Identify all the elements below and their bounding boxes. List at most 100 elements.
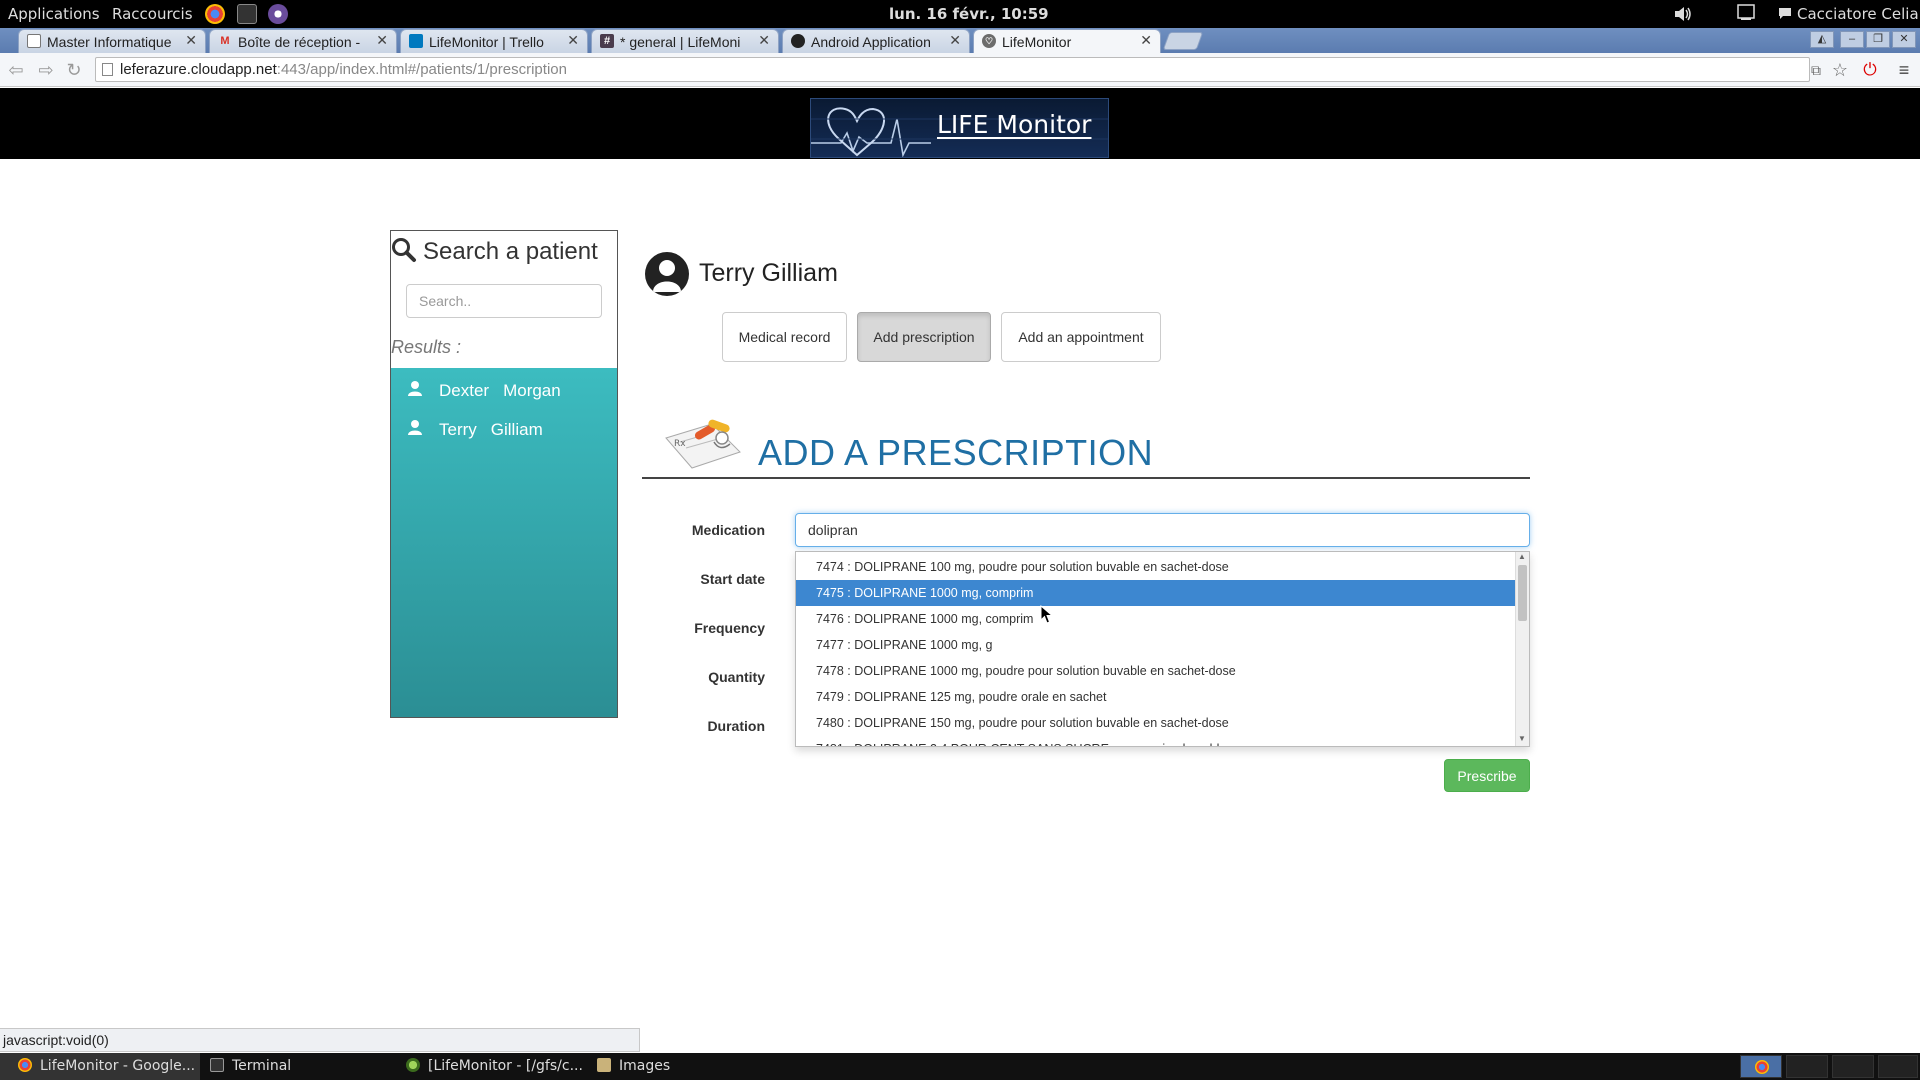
start-date-label: Start date [700,571,765,587]
terminal-launcher-icon[interactable] [237,4,257,24]
medication-input[interactable] [795,513,1530,547]
close-icon[interactable]: ✕ [758,32,770,49]
autocomplete-item-selected[interactable]: 7475 : DOLIPRANE 1000 mg, comprim [796,580,1515,606]
result-item-dexter-morgan[interactable]: Dexter Morgan [391,372,617,408]
duration-label: Duration [707,718,765,734]
taskbar-item-chrome[interactable]: LifeMonitor - Google... [0,1053,200,1080]
chrome-icon [18,1058,32,1072]
forward-icon[interactable]: ⇨ [36,60,56,81]
taskbar-item-eclipse[interactable]: [LifeMonitor - [/gfs/c... [406,1053,586,1080]
tab-title: Master Informatique [47,34,172,50]
clock[interactable]: lun. 16 févr., 10:59 [889,5,1049,23]
close-window-button[interactable]: ✕ [1892,31,1916,48]
user-menu[interactable]: Cacciatore Celia [1797,5,1919,23]
folder-icon [597,1058,611,1072]
result-name: Dexter Morgan [439,381,561,400]
mouse-cursor-icon [1040,605,1054,624]
results-list: Dexter Morgan Terry Gilliam [391,368,617,717]
frequency-label: Frequency [694,620,765,636]
eclipse-launcher-icon[interactable] [268,4,288,24]
chrome-launcher-icon[interactable] [205,4,225,24]
browser-toolbar: ⇦ ⇨ ↻ leferazure.cloudapp.net:443/app/in… [0,53,1920,87]
stop-extension-icon[interactable]: ⏻ [1860,60,1880,80]
close-icon[interactable]: ✕ [376,32,388,49]
close-icon[interactable]: ✕ [185,32,197,49]
lifemonitor-icon: ♡ [982,34,996,48]
reload-icon[interactable]: ↻ [64,60,84,81]
add-appointment-button[interactable]: Add an appointment [1001,312,1161,362]
patient-avatar [645,252,689,296]
minimize-button[interactable]: – [1840,31,1864,48]
eclipse-icon [406,1058,420,1072]
system-top-panel: Applications Raccourcis lun. 16 févr., 1… [0,0,1920,28]
taskbar-item-label: Images [619,1058,671,1074]
url-host: leferazure.cloudapp.net [120,61,277,78]
taskbar-item-images[interactable]: Images [597,1053,777,1080]
result-item-terry-gilliam[interactable]: Terry Gilliam [391,411,617,447]
result-name: Terry Gilliam [439,420,543,439]
patient-search-input[interactable] [406,284,602,318]
new-tab-button[interactable] [1162,32,1204,50]
menu-icon[interactable]: ≡ [1894,60,1914,81]
bookmark-star-icon[interactable]: ☆ [1830,60,1850,81]
prescribe-button[interactable]: Prescribe [1444,759,1530,792]
autocomplete-item[interactable]: 7474 : DOLIPRANE 100 mg, poudre pour sol… [796,554,1515,580]
autocomplete-scrollbar[interactable]: ▲ ▼ [1515,552,1529,746]
title-divider [642,477,1530,479]
maximize-button[interactable]: ❐ [1866,31,1890,48]
scroll-down-arrow-icon[interactable]: ▼ [1518,734,1526,743]
url-path: :443/app/index.html#/patients/1/prescrip… [276,61,567,78]
workspace-2[interactable] [1786,1055,1828,1078]
user-icon [408,381,422,396]
back-icon[interactable]: ⇦ [6,60,26,81]
profile-icon[interactable]: ◭ [1810,31,1834,48]
volume-icon[interactable] [1673,5,1693,23]
taskbar-item-label: [LifeMonitor - [/gfs/c... [428,1058,583,1074]
autocomplete-item[interactable]: 7476 : DOLIPRANE 1000 mg, comprim [796,606,1515,632]
autocomplete-item[interactable]: 7481 : DOLIPRANE 2,4 POUR CENT SANS SUCR… [796,736,1515,746]
accessibility-icon[interactable] [1737,4,1755,22]
results-label: Results : [391,337,462,357]
scroll-up-arrow-icon[interactable]: ▲ [1518,552,1526,561]
workspace-4[interactable] [1878,1055,1918,1078]
search-panel-title: Search a patient [423,238,598,265]
trello-icon [409,34,423,48]
taskbar-item-terminal[interactable]: Terminal [210,1053,390,1080]
scrollbar-thumb[interactable] [1518,565,1527,621]
address-bar[interactable]: leferazure.cloudapp.net:443/app/index.ht… [95,57,1810,82]
patient-name: Terry Gilliam [699,259,838,287]
autocomplete-item[interactable]: 7478 : DOLIPRANE 1000 mg, poudre pour so… [796,658,1515,684]
browser-tab-active[interactable]: ♡ LifeMonitor ✕ [973,29,1161,53]
terminal-icon [210,1058,224,1072]
slack-icon: # [600,34,614,48]
bottom-taskbar: LifeMonitor - Google... Terminal [LifeMo… [0,1053,1920,1080]
browser-tab[interactable]: Android Application ✕ [782,29,970,53]
workspace-1[interactable] [1740,1055,1782,1078]
browser-tab[interactable]: # * general | LifeMoni ✕ [591,29,779,53]
applications-menu[interactable]: Applications [8,5,100,23]
browser-tab[interactable]: LifeMonitor | Trello ✕ [400,29,588,53]
translate-icon[interactable]: ⧉ [1806,62,1826,79]
search-icon [392,238,416,262]
shortcuts-menu[interactable]: Raccourcis [112,5,193,23]
browser-tab[interactable]: M Boîte de réception - ✕ [209,29,397,53]
medication-autocomplete-list[interactable]: 7474 : DOLIPRANE 100 mg, poudre pour sol… [795,551,1530,747]
add-prescription-button[interactable]: Add prescription [857,312,991,362]
tab-title: LifeMonitor | Trello [429,34,544,50]
browser-tab[interactable]: Master Informatique ✕ [18,29,206,53]
life-monitor-logo[interactable]: LIFE Monitor [810,98,1109,158]
gmail-icon: M [220,35,230,47]
tab-title: LifeMonitor [1002,34,1072,50]
user-icon [408,420,422,435]
github-icon [791,34,805,48]
close-icon[interactable]: ✕ [949,32,961,49]
logo-text: LIFE Monitor [937,110,1092,139]
patient-search-panel: Search a patient Results : DexterMorgan … [390,230,618,718]
autocomplete-item[interactable]: 7480 : DOLIPRANE 150 mg, poudre pour sol… [796,710,1515,736]
close-icon[interactable]: ✕ [567,32,579,49]
close-icon[interactable]: ✕ [1140,32,1152,49]
workspace-3[interactable] [1832,1055,1874,1078]
autocomplete-item[interactable]: 7477 : DOLIPRANE 1000 mg, g [796,632,1515,658]
autocomplete-item[interactable]: 7479 : DOLIPRANE 125 mg, poudre orale en… [796,684,1515,710]
medical-record-button[interactable]: Medical record [722,312,847,362]
